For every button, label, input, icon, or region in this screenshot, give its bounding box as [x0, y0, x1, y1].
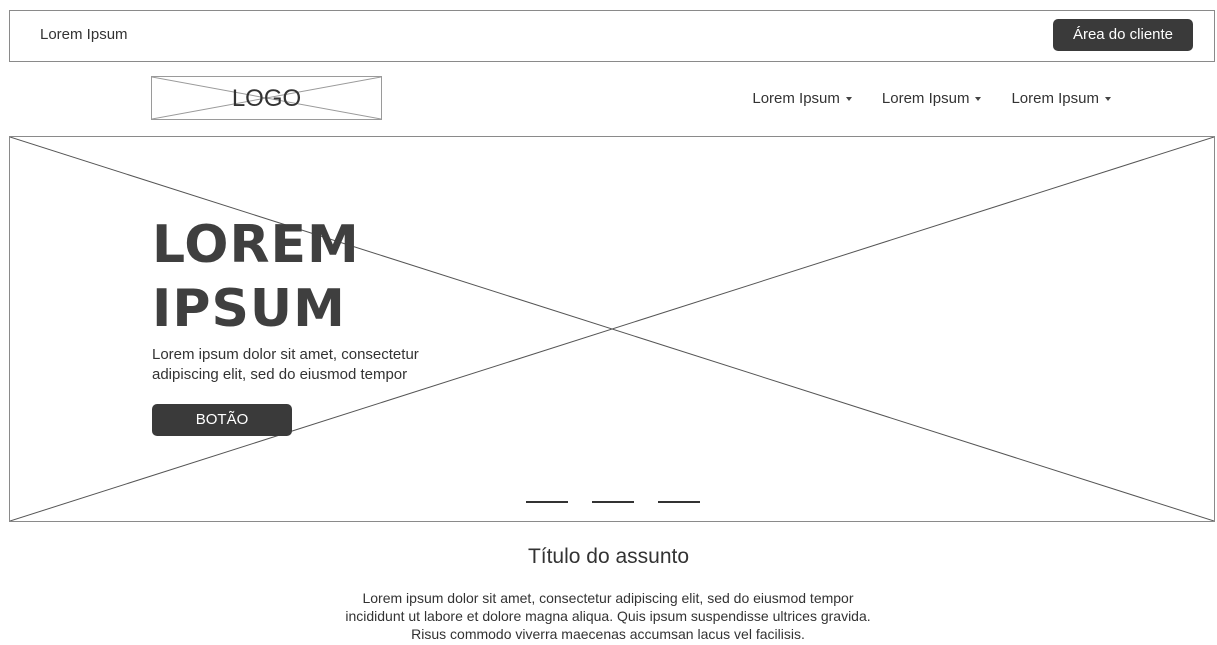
carousel-indicator-3[interactable] [658, 501, 700, 503]
nav-item-label: Lorem Ipsum [1011, 90, 1099, 107]
section-text-line: Lorem ipsum dolor sit amet, consectetur … [362, 590, 854, 606]
section-text: Lorem ipsum dolor sit amet, consectetur … [283, 589, 933, 643]
hero-banner: LOREM IPSUM Lorem ipsum dolor sit amet, … [9, 136, 1215, 522]
nav-item-label: Lorem Ipsum [881, 90, 970, 107]
section-title: Título do assunto [527, 545, 690, 568]
hero-title-line: LOREM [152, 215, 360, 275]
nav-item-2[interactable]: Lorem Ipsum [882, 90, 982, 107]
chevron-down-icon [975, 96, 982, 101]
section-text-line: incididunt ut labore et dolore magna ali… [345, 608, 871, 624]
nav-item-1[interactable]: Lorem Ipsum [752, 90, 852, 107]
client-area-button[interactable]: Área do cliente [1053, 19, 1193, 51]
top-bar-text: Lorem Ipsum [40, 26, 128, 43]
carousel-indicator-1[interactable] [526, 501, 568, 503]
hero-title-line: IPSUM [152, 279, 346, 339]
hero-description: Lorem ipsum dolor sit amet, consectetur … [152, 345, 472, 385]
logo[interactable]: LOGO [151, 76, 382, 120]
nav-item-label: Lorem Ipsum [752, 90, 840, 107]
section-text-line: Risus commodo viverra maecenas accumsan … [411, 626, 805, 642]
page: Lorem Ipsum Área do cliente LOGO Lorem I… [0, 0, 1217, 645]
hero-description-line: Lorem ipsum dolor sit amet, consectetur [152, 346, 419, 363]
top-bar: Lorem Ipsum Área do cliente [9, 10, 1215, 62]
main-nav: Lorem Ipsum Lorem Ipsum Lorem Ipsum [752, 90, 1111, 107]
carousel-indicators [526, 501, 700, 503]
hero-description-line: adipiscing elit, sed do eiusmod tempor [152, 366, 408, 383]
logo-text: LOGO [231, 85, 302, 112]
carousel-indicator-2[interactable] [592, 501, 634, 503]
chevron-down-icon [1105, 96, 1111, 101]
chevron-down-icon [845, 96, 852, 101]
nav-item-3[interactable]: Lorem Ipsum [1011, 90, 1111, 107]
hero-button[interactable]: BOTÃO [152, 404, 292, 436]
hero-title: LOREM IPSUM [152, 213, 360, 341]
